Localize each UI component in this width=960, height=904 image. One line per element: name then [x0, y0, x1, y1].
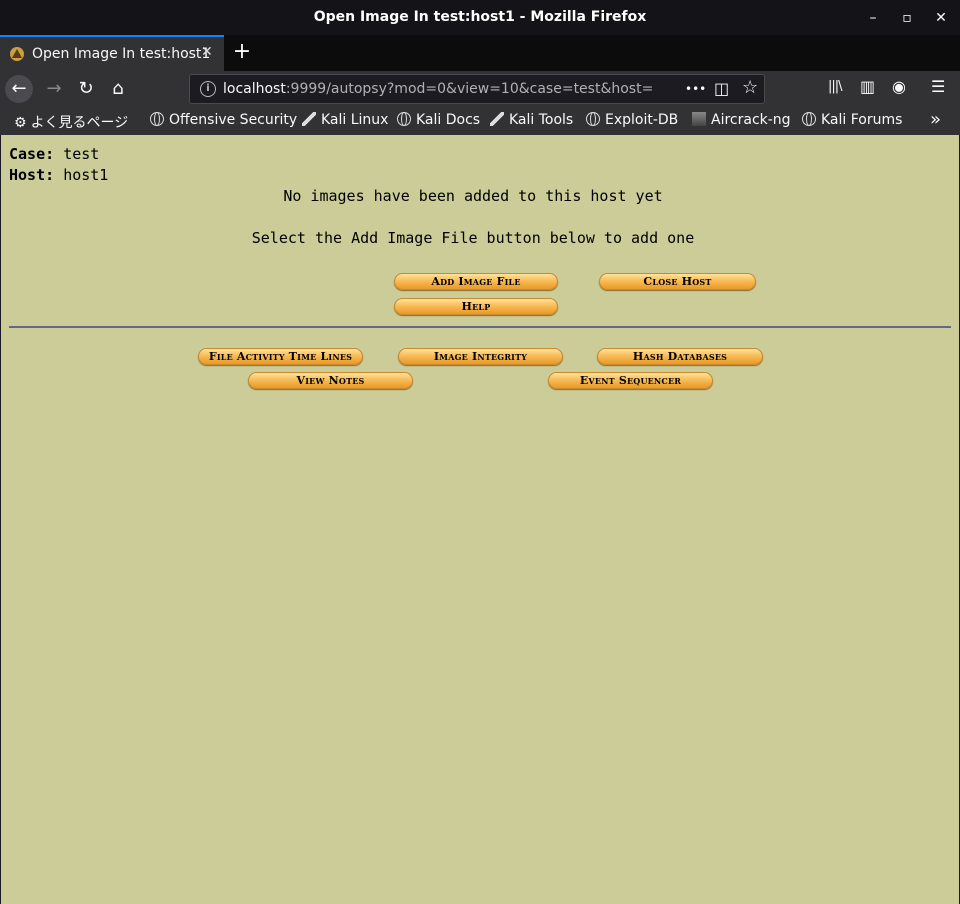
- tab-bar: Open Image In test:host1 ✕: [0, 35, 960, 71]
- bookmarks-overflow-button[interactable]: »: [930, 109, 941, 130]
- bookmarks-toolbar: ⚙ よく見るページ Offensive Security Kali Linux K…: [0, 107, 960, 135]
- bookmark-kali-docs[interactable]: Kali Docs: [397, 112, 480, 128]
- add-image-file-button[interactable]: Add Image File: [394, 273, 558, 290]
- hash-databases-button[interactable]: Hash Databases: [597, 348, 763, 365]
- file-activity-timelines-button[interactable]: File Activity Time Lines: [198, 348, 363, 365]
- account-icon[interactable]: ◉: [892, 77, 906, 96]
- autopsy-favicon-icon: [10, 47, 24, 61]
- image-integrity-button[interactable]: Image Integrity: [398, 348, 563, 365]
- bookmark-offensive-security[interactable]: Offensive Security: [150, 112, 297, 128]
- globe-icon: [397, 112, 411, 126]
- new-tab-icon[interactable]: +: [232, 40, 252, 64]
- bookmark-exploit-db[interactable]: Exploit-DB: [586, 112, 678, 128]
- tab-active[interactable]: Open Image In test:host1 ✕: [0, 35, 224, 71]
- url-text[interactable]: localhost:9999/autopsy?mod=0&view=10&cas…: [223, 81, 653, 97]
- close-window-icon[interactable]: ✕: [932, 9, 950, 27]
- tab-label: Open Image In test:host1: [32, 46, 211, 62]
- site-info-icon[interactable]: i: [200, 81, 216, 97]
- home-button[interactable]: ⌂: [104, 75, 132, 103]
- reload-button[interactable]: ↻: [72, 75, 100, 103]
- globe-icon: [802, 112, 816, 126]
- help-button[interactable]: Help: [394, 298, 558, 315]
- sidebar-icon[interactable]: ▥: [860, 77, 875, 96]
- bookmark-kali-linux[interactable]: Kali Linux: [302, 112, 388, 128]
- maximize-icon[interactable]: ▫: [898, 9, 916, 27]
- forward-button[interactable]: →: [40, 75, 68, 103]
- pocket-icon[interactable]: ◫: [714, 79, 729, 98]
- globe-icon: [586, 112, 600, 126]
- back-button[interactable]: ←: [5, 75, 33, 103]
- close-host-button[interactable]: Close Host: [599, 273, 756, 290]
- bookmark-kali-forums[interactable]: Kali Forums: [802, 112, 902, 128]
- window-titlebar: Open Image In test:host1 - Mozilla Firef…: [0, 0, 960, 35]
- add-image-instruction: Select the Add Image File button below t…: [251, 229, 695, 247]
- page-actions-icon[interactable]: •••: [685, 82, 706, 96]
- tab-close-icon[interactable]: ✕: [201, 44, 213, 60]
- navigation-toolbar: ← → ↻ ⌂ i localhost:9999/autopsy?mod=0&v…: [0, 71, 960, 107]
- menu-icon[interactable]: ☰: [931, 77, 945, 96]
- page-content: Case: test Host: host1 No images have be…: [1, 135, 959, 904]
- bookmark-most-visited[interactable]: ⚙ よく見るページ: [14, 112, 128, 132]
- kali-dragon-icon: [302, 112, 316, 126]
- view-notes-button[interactable]: View Notes: [248, 372, 413, 389]
- case-info: Case: test: [9, 145, 100, 163]
- bookmark-aircrack-ng[interactable]: Aircrack-ng: [692, 112, 791, 128]
- bookmark-star-icon[interactable]: ☆: [742, 77, 758, 98]
- event-sequencer-button[interactable]: Event Sequencer: [548, 372, 713, 389]
- url-bar[interactable]: i localhost:9999/autopsy?mod=0&view=10&c…: [189, 74, 765, 104]
- gear-icon: ⚙: [14, 115, 27, 131]
- no-images-message: No images have been added to this host y…: [283, 187, 663, 205]
- divider: [9, 326, 951, 328]
- bookmark-kali-tools[interactable]: Kali Tools: [490, 112, 573, 128]
- library-icon[interactable]: |||\: [828, 79, 842, 94]
- window-title: Open Image In test:host1 - Mozilla Firef…: [313, 9, 647, 25]
- aircrack-icon: [692, 112, 706, 126]
- host-info: Host: host1: [9, 166, 109, 184]
- kali-dragon-icon: [490, 112, 504, 126]
- globe-icon: [150, 112, 164, 126]
- minimize-icon[interactable]: –: [864, 9, 882, 27]
